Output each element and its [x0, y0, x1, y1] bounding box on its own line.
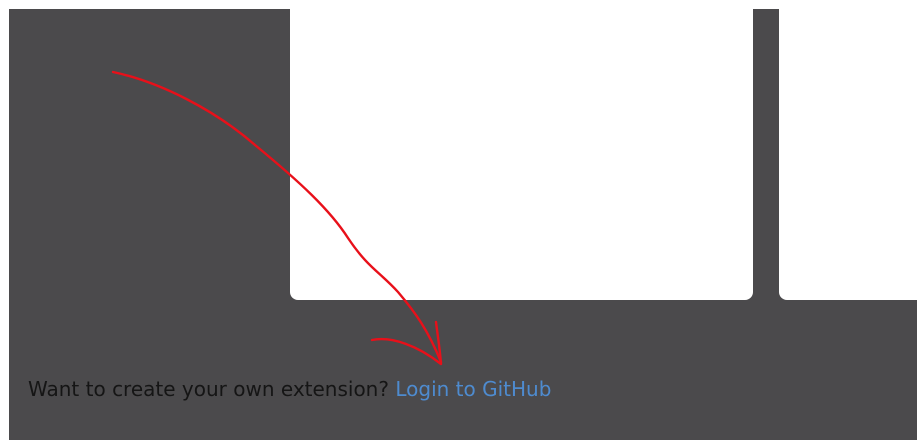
- extensions-panel: Want to create your own extension? Login…: [9, 9, 917, 440]
- page-frame: Want to create your own extension? Login…: [0, 0, 917, 440]
- extension-card[interactable]: [779, 9, 917, 300]
- extension-card[interactable]: [290, 9, 753, 300]
- create-extension-prompt: Want to create your own extension? Login…: [28, 376, 551, 402]
- create-extension-text: Want to create your own extension?: [28, 377, 389, 401]
- login-github-link[interactable]: Login to GitHub: [395, 377, 551, 401]
